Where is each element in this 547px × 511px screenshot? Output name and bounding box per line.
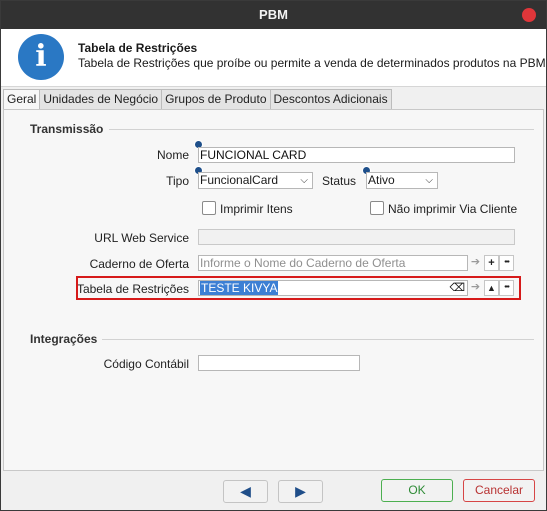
go-arrow-icon[interactable]: ➔	[468, 255, 483, 271]
tab-bar: Geral Unidades de Negócio Grupos de Prod…	[3, 89, 392, 110]
url-label: URL Web Service	[94, 231, 189, 245]
caderno-field[interactable]: Informe o Nome do Caderno de Oferta	[198, 255, 468, 271]
chevron-down-icon: ⌵	[300, 175, 308, 186]
imprimir-itens-label[interactable]: Imprimir Itens	[220, 202, 293, 216]
cancel-button[interactable]: Cancelar	[463, 479, 535, 502]
tab-descontos-adicionais[interactable]: Descontos Adicionais	[269, 89, 392, 109]
more-icon[interactable]: •••	[499, 255, 514, 271]
close-icon[interactable]	[522, 8, 536, 22]
nao-imprimir-checkbox[interactable]	[370, 201, 384, 215]
section-title-integracoes: Integrações	[30, 332, 98, 346]
imprimir-itens-checkbox[interactable]	[202, 201, 216, 215]
dialog-header: i Tabela de Restrições Tabela de Restriç…	[1, 29, 546, 87]
tipo-label: Tipo	[166, 174, 189, 188]
header-title: Tabela de Restrições	[78, 41, 198, 55]
header-subtitle: Tabela de Restrições que proíbe ou permi…	[78, 56, 546, 70]
nome-field[interactable]: FUNCIONAL CARD	[198, 147, 515, 163]
section-title-transmissao: Transmissão	[30, 122, 104, 136]
tipo-select[interactable]: FuncionalCard ⌵	[198, 172, 313, 189]
status-selected-value: Ativo	[368, 173, 395, 187]
info-icon: i	[18, 34, 64, 80]
status-select[interactable]: Ativo ⌵	[366, 172, 438, 189]
codigo-contabil-field[interactable]	[198, 355, 360, 371]
pbm-dialog: PBM i Tabela de Restrições Tabela de Res…	[0, 0, 547, 511]
tab-grupos-de-produto[interactable]: Grupos de Produto	[161, 89, 271, 109]
caderno-placeholder: Informe o Nome do Caderno de Oferta	[200, 256, 406, 270]
section-divider	[102, 339, 534, 340]
tipo-selected-value: FuncionalCard	[200, 173, 279, 187]
window-title: PBM	[259, 7, 288, 22]
next-button[interactable]: ▶	[278, 480, 323, 503]
ok-button[interactable]: OK	[381, 479, 453, 502]
nao-imprimir-label[interactable]: Não imprimir Via Cliente	[388, 202, 517, 216]
nome-label: Nome	[156, 148, 189, 162]
tab-geral[interactable]: Geral	[3, 89, 41, 110]
add-icon[interactable]: +	[484, 255, 499, 271]
url-field[interactable]	[198, 229, 515, 245]
section-divider	[109, 129, 534, 130]
caderno-label: Caderno de Oferta	[89, 257, 189, 271]
previous-button[interactable]: ◀	[223, 480, 268, 503]
status-label: Status	[322, 174, 357, 188]
chevron-down-icon: ⌵	[425, 175, 433, 186]
title-bar: PBM	[1, 1, 546, 29]
highlight-annotation	[76, 276, 521, 300]
tab-unidades-de-negocio[interactable]: Unidades de Negócio	[39, 89, 163, 109]
codigo-contabil-label: Código Contábil	[103, 357, 189, 371]
